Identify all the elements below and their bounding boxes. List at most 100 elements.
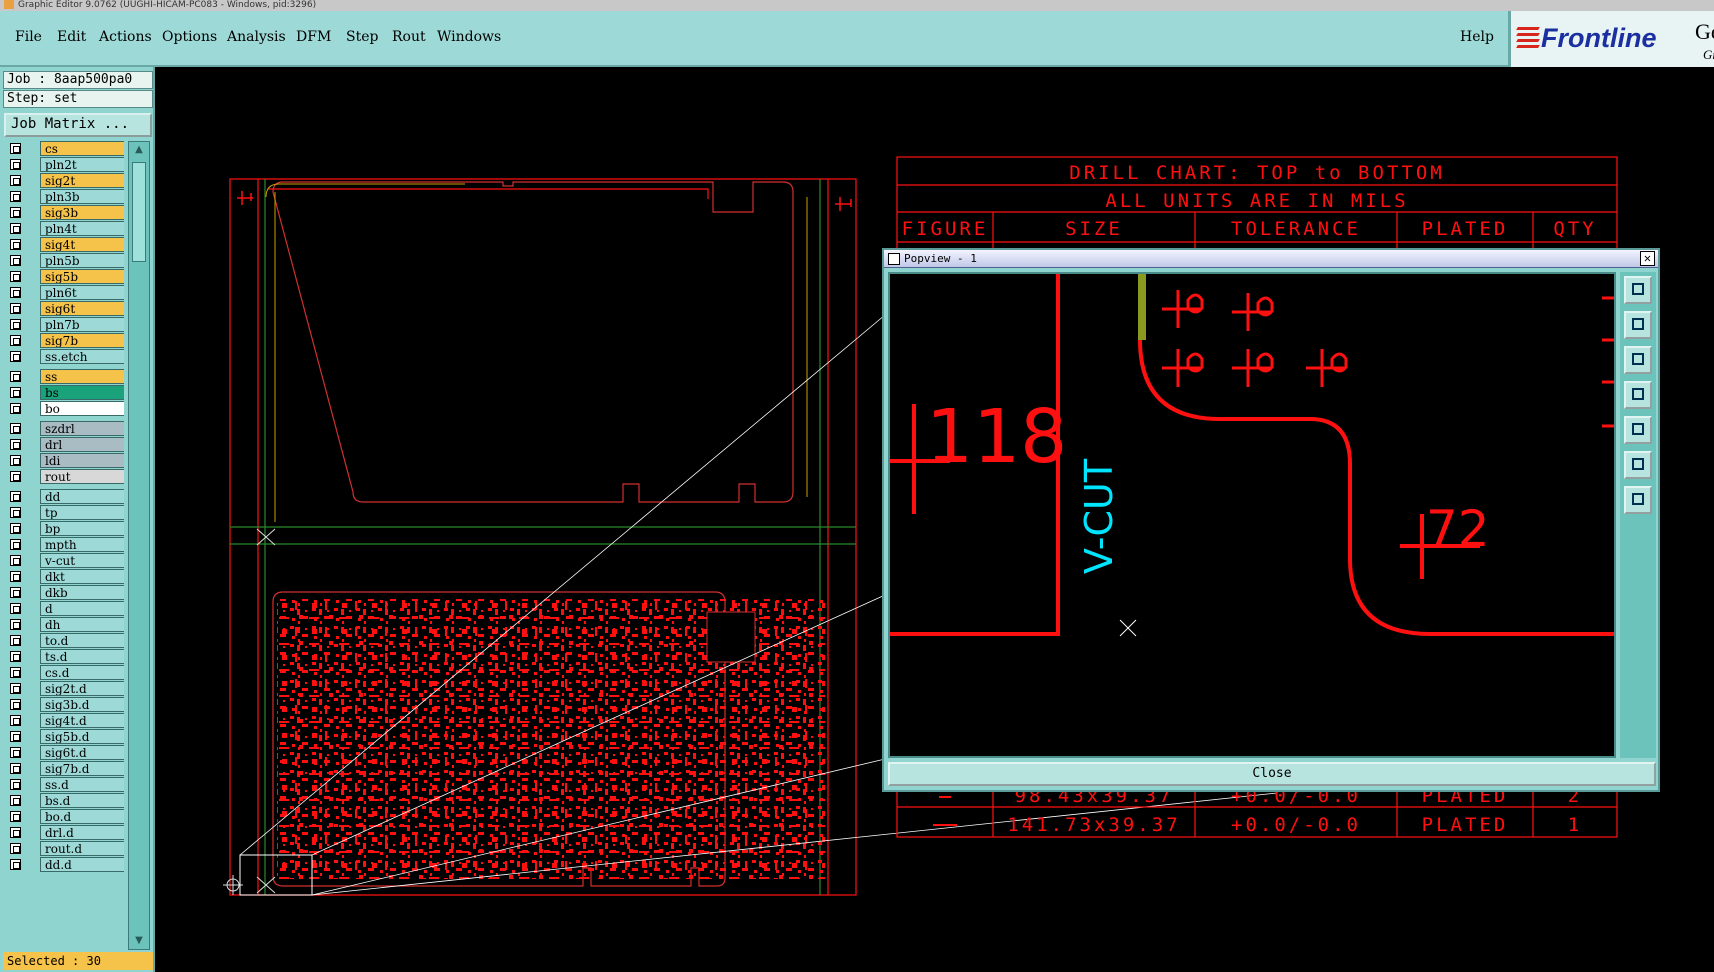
layer-row[interactable]: pln7b — [4, 317, 124, 332]
layer-name[interactable]: dh — [40, 617, 124, 632]
layer-row[interactable]: bp — [4, 521, 124, 536]
layer-name[interactable]: ss.etch — [40, 349, 124, 364]
menu-file[interactable]: File — [15, 29, 42, 45]
layer-row[interactable]: bs — [4, 385, 124, 400]
layer-checkbox[interactable] — [10, 351, 21, 362]
layer-row[interactable]: ss — [4, 369, 124, 384]
layer-checkbox[interactable] — [10, 843, 21, 854]
layer-row[interactable]: sig3b.d — [4, 697, 124, 712]
layer-checkbox[interactable] — [10, 507, 21, 518]
layer-name[interactable]: bo — [40, 401, 124, 416]
popview-title-bar[interactable]: Popview - 1 ✕ — [884, 250, 1658, 268]
layer-name[interactable]: cs.d — [40, 665, 124, 680]
layer-checkbox[interactable] — [10, 271, 21, 282]
layer-checkbox[interactable] — [10, 683, 21, 694]
layer-name[interactable]: sig2t — [40, 173, 124, 188]
popview-pan-left-tool[interactable] — [1624, 381, 1652, 409]
layer-row[interactable]: v-cut — [4, 553, 124, 568]
layer-checkbox[interactable] — [10, 795, 21, 806]
layer-checkbox[interactable] — [10, 143, 21, 154]
layer-name[interactable]: bo.d — [40, 809, 124, 824]
layer-row[interactable]: sig4t — [4, 237, 124, 252]
layer-checkbox[interactable] — [10, 175, 21, 186]
scroll-down-icon[interactable]: ▼ — [131, 934, 147, 948]
layer-name[interactable]: pln6t — [40, 285, 124, 300]
layer-name[interactable]: sig5b.d — [40, 729, 124, 744]
layer-checkbox[interactable] — [10, 651, 21, 662]
layer-row[interactable]: pln6t — [4, 285, 124, 300]
popview-pan-right-tool[interactable] — [1624, 416, 1652, 444]
layer-name[interactable]: sig7b.d — [40, 761, 124, 776]
layer-name[interactable]: sig4t.d — [40, 713, 124, 728]
layer-row[interactable]: sig6t — [4, 301, 124, 316]
layer-name[interactable]: bs — [40, 385, 124, 400]
layer-checkbox[interactable] — [10, 715, 21, 726]
layer-row[interactable]: bs.d — [4, 793, 124, 808]
popview-restore-tool[interactable] — [1624, 276, 1652, 304]
layer-name[interactable]: pln5b — [40, 253, 124, 268]
layer-row[interactable]: dd.d — [4, 857, 124, 872]
layer-row[interactable]: sig2t.d — [4, 681, 124, 696]
layer-name[interactable]: bp — [40, 521, 124, 536]
layer-name[interactable]: szdrl — [40, 421, 124, 436]
layer-row[interactable]: rout.d — [4, 841, 124, 856]
layer-checkbox[interactable] — [10, 763, 21, 774]
layer-checkbox[interactable] — [10, 439, 21, 450]
layer-row[interactable]: bo.d — [4, 809, 124, 824]
layer-row[interactable]: sig3b — [4, 205, 124, 220]
layer-checkbox[interactable] — [10, 539, 21, 550]
layer-row[interactable]: d — [4, 601, 124, 616]
menu-step[interactable]: Step — [346, 29, 378, 45]
layer-row[interactable]: ss.etch — [4, 349, 124, 364]
layer-checkbox[interactable] — [10, 207, 21, 218]
layer-row[interactable]: ts.d — [4, 649, 124, 664]
layer-name[interactable]: tp — [40, 505, 124, 520]
layer-name[interactable]: ss — [40, 369, 124, 384]
layer-name[interactable]: to.d — [40, 633, 124, 648]
layer-row[interactable]: sig7b — [4, 333, 124, 348]
layer-checkbox[interactable] — [10, 667, 21, 678]
layer-checkbox[interactable] — [10, 827, 21, 838]
layer-checkbox[interactable] — [10, 699, 21, 710]
scroll-thumb[interactable] — [132, 162, 146, 262]
layer-row[interactable]: pln3b — [4, 189, 124, 204]
layer-checkbox[interactable] — [10, 523, 21, 534]
layer-name[interactable]: ss.d — [40, 777, 124, 792]
layer-name[interactable]: v-cut — [40, 553, 124, 568]
layer-row[interactable]: sig2t — [4, 173, 124, 188]
layer-row[interactable]: rout — [4, 469, 124, 484]
layer-row[interactable]: sig5b — [4, 269, 124, 284]
layer-checkbox[interactable] — [10, 371, 21, 382]
layer-name[interactable]: dd.d — [40, 857, 124, 872]
layer-name[interactable]: rout — [40, 469, 124, 484]
layer-row[interactable]: dkt — [4, 569, 124, 584]
layer-scrollbar[interactable]: ▲ ▼ — [128, 141, 150, 950]
layer-row[interactable]: sig7b.d — [4, 761, 124, 776]
layer-name[interactable]: sig2t.d — [40, 681, 124, 696]
layer-checkbox[interactable] — [10, 223, 21, 234]
layer-checkbox[interactable] — [10, 159, 21, 170]
layer-row[interactable]: dh — [4, 617, 124, 632]
layer-row[interactable]: ldi — [4, 453, 124, 468]
layer-checkbox[interactable] — [10, 731, 21, 742]
layer-name[interactable]: pln3b — [40, 189, 124, 204]
layer-row[interactable]: szdrl — [4, 421, 124, 436]
layer-checkbox[interactable] — [10, 455, 21, 466]
layer-name[interactable]: sig4t — [40, 237, 124, 252]
layer-name[interactable]: sig3b.d — [40, 697, 124, 712]
layer-row[interactable]: sig5b.d — [4, 729, 124, 744]
layer-checkbox[interactable] — [10, 747, 21, 758]
layer-row[interactable]: pln5b — [4, 253, 124, 268]
layer-row[interactable]: dd — [4, 489, 124, 504]
layer-checkbox[interactable] — [10, 859, 21, 870]
layer-name[interactable]: dd — [40, 489, 124, 504]
menu-edit[interactable]: Edit — [57, 29, 86, 45]
menu-help[interactable]: Help — [1460, 29, 1494, 45]
menu-analysis[interactable]: Analysis — [227, 29, 286, 45]
layer-name[interactable]: sig6t.d — [40, 745, 124, 760]
layer-checkbox[interactable] — [10, 239, 21, 250]
menu-rout[interactable]: Rout — [392, 29, 426, 45]
layer-row[interactable]: cs.d — [4, 665, 124, 680]
popview-zoom-out-tool[interactable] — [1624, 451, 1652, 479]
menu-windows[interactable]: Windows — [437, 29, 501, 45]
